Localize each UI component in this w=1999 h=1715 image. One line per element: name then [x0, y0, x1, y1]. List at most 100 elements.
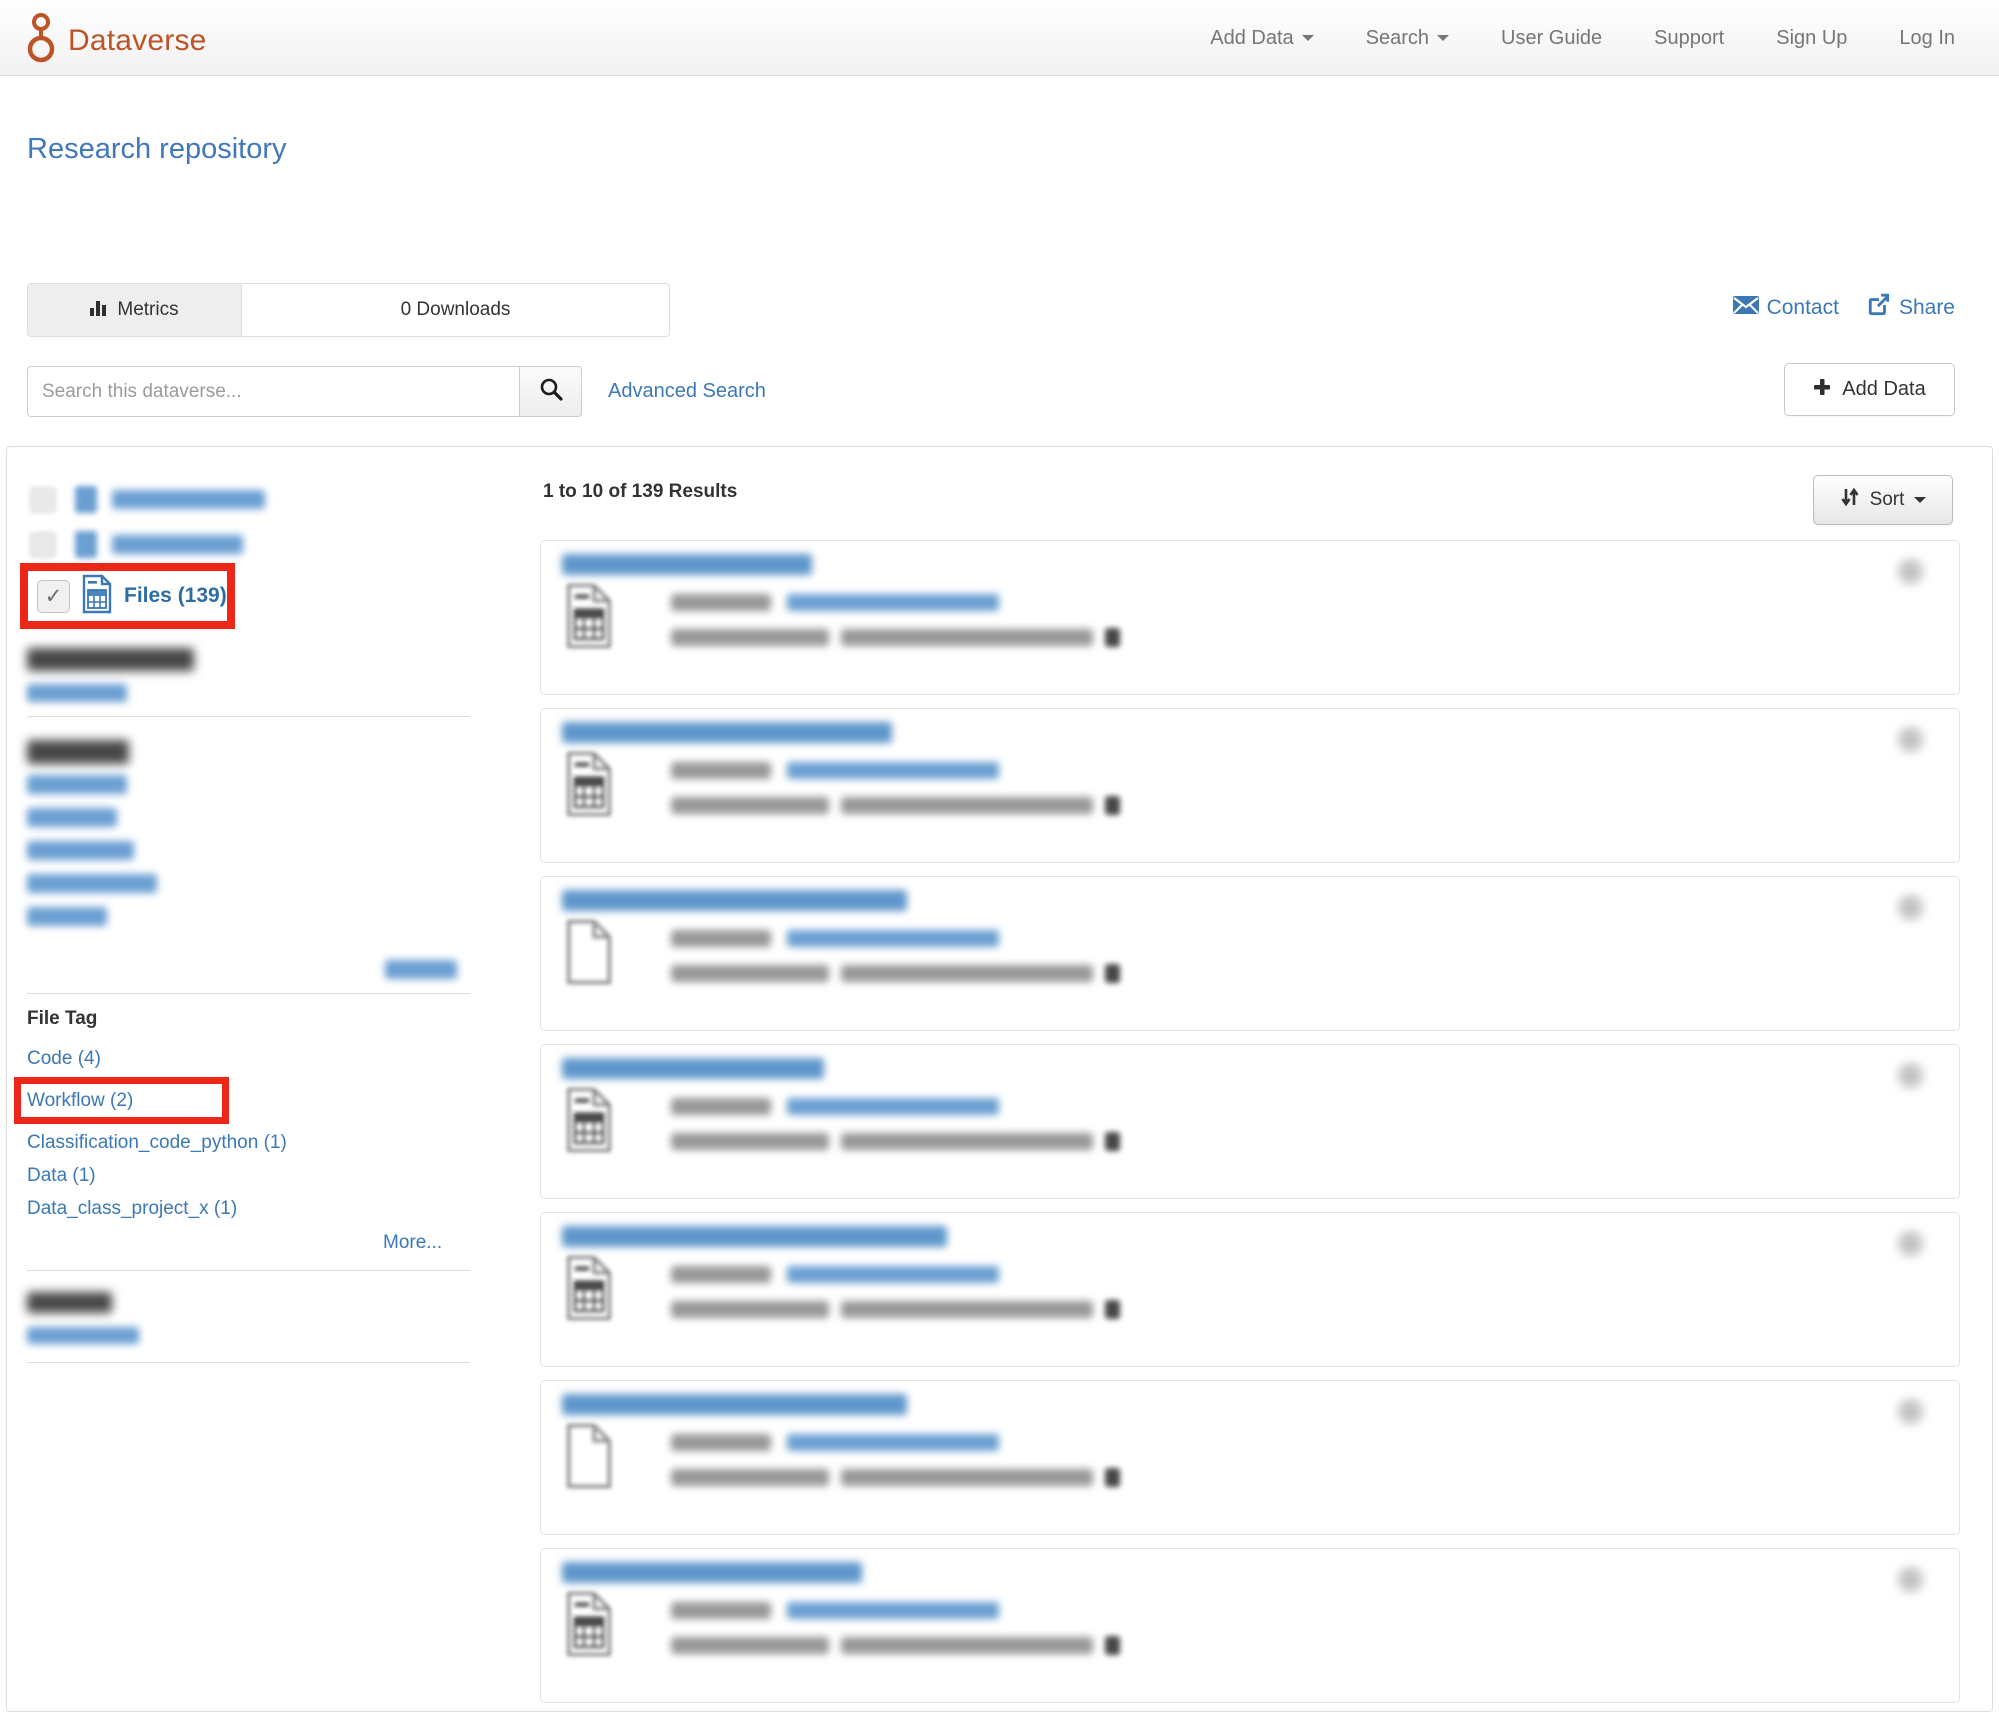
facet-header-blurred [27, 1292, 112, 1313]
facet-dataverses-row-blurred[interactable] [30, 486, 265, 513]
file-thumbnail-plain[interactable] [563, 919, 615, 990]
page-title[interactable]: Research repository [27, 133, 287, 166]
result-card [540, 1548, 1960, 1703]
filesize-checksum-blurred [841, 1301, 1093, 1318]
file-thumbnail-tabular[interactable] [563, 1591, 615, 1662]
date-blurred [671, 1266, 771, 1283]
facet-link-blurred[interactable] [27, 874, 157, 893]
nav-search[interactable]: Search [1366, 27, 1449, 50]
nav-log-in[interactable]: Log In [1899, 27, 1955, 50]
file-checkbox-blurred[interactable] [1898, 1231, 1923, 1256]
sort-button[interactable]: Sort [1813, 475, 1953, 525]
sort-arrows-icon [1840, 487, 1860, 513]
share-icon [1867, 293, 1891, 323]
dataset-link-blurred[interactable] [787, 1098, 999, 1115]
facet-files-link[interactable]: Files (139) [124, 584, 227, 608]
date-blurred [671, 1602, 771, 1619]
facet-files-row-highlight: ✓ Files (139) [20, 563, 235, 629]
result-card [540, 1044, 1960, 1199]
facet-link-blurred[interactable] [27, 684, 127, 702]
facet-tag-workflow[interactable]: Workflow (2) [27, 1084, 222, 1117]
more-link-blurred[interactable] [385, 960, 457, 979]
files-checkbox[interactable]: ✓ [37, 580, 70, 613]
result-meta-line2 [671, 796, 1120, 815]
facet-tag-code[interactable]: Code (4) [27, 1042, 470, 1075]
lock-icon-blurred [1105, 1636, 1120, 1655]
facet-link-blurred[interactable] [27, 808, 117, 827]
facet-link-blurred[interactable] [27, 907, 107, 926]
file-checkbox-blurred[interactable] [1898, 559, 1923, 584]
result-meta-line2 [671, 1636, 1120, 1655]
result-meta-line2 [671, 1300, 1120, 1319]
nav-user-guide[interactable]: User Guide [1501, 27, 1602, 50]
facet-link-blurred[interactable] [27, 841, 134, 860]
dataset-link-blurred[interactable] [787, 1434, 999, 1451]
facet-link-blurred[interactable] [112, 490, 265, 509]
metrics-label: Metrics [117, 299, 178, 321]
result-title-link[interactable] [562, 1394, 907, 1415]
contact-link[interactable]: Contact [1733, 295, 1839, 321]
result-card [540, 708, 1960, 863]
file-thumbnail-tabular[interactable] [563, 1255, 615, 1326]
dataset-link-blurred[interactable] [787, 1266, 999, 1283]
chevron-down-icon [1437, 35, 1449, 41]
facet-link-blurred[interactable] [112, 535, 243, 554]
nav-links: Add Data Search User Guide Support Sign … [1158, 0, 1955, 76]
result-title-link[interactable] [562, 890, 907, 911]
dataset-link-blurred[interactable] [787, 930, 999, 947]
share-link[interactable]: Share [1867, 293, 1955, 323]
dataset-link-blurred[interactable] [787, 762, 999, 779]
filetype-text-blurred [671, 629, 829, 646]
checkbox-blurred[interactable] [30, 532, 56, 558]
workflow-highlight-box: Workflow (2) [14, 1077, 229, 1124]
checkbox-blurred[interactable] [30, 487, 56, 513]
file-checkbox-blurred[interactable] [1898, 727, 1923, 752]
facet-tag-classification[interactable]: Classification_code_python (1) [27, 1126, 470, 1159]
metrics-tab[interactable]: Metrics [28, 284, 242, 336]
add-data-button[interactable]: Add Data [1784, 363, 1955, 416]
facet-datasets-row-blurred[interactable] [30, 531, 243, 558]
facet-file-tag-section: File Tag Code (4) Workflow (2) Classific… [27, 1008, 470, 1225]
facet-tag-data-class-project[interactable]: Data_class_project_x (1) [27, 1192, 470, 1225]
date-blurred [671, 762, 771, 779]
file-checkbox-blurred[interactable] [1898, 1063, 1923, 1088]
file-thumbnail-tabular[interactable] [563, 583, 615, 654]
file-thumbnail-tabular[interactable] [563, 751, 615, 822]
dataset-link-blurred[interactable] [787, 594, 999, 611]
result-title-link[interactable] [562, 554, 812, 575]
result-title-link[interactable] [562, 722, 892, 743]
result-title-link[interactable] [562, 1226, 947, 1247]
navbar: Dataverse Add Data Search User Guide Sup… [0, 0, 1999, 76]
result-title-link[interactable] [562, 1562, 862, 1583]
lock-icon-blurred [1105, 628, 1120, 647]
facet-link-blurred[interactable] [27, 775, 127, 794]
file-thumbnail-tabular[interactable] [563, 1087, 615, 1158]
file-checkbox-blurred[interactable] [1898, 895, 1923, 920]
lock-icon-blurred [1105, 1468, 1120, 1487]
brand[interactable]: Dataverse [24, 12, 207, 69]
nav-add-data[interactable]: Add Data [1210, 27, 1313, 50]
file-tag-more-link[interactable]: More... [383, 1232, 442, 1254]
tabular-file-icon [81, 574, 113, 619]
result-title-link[interactable] [562, 1058, 824, 1079]
filetype-text-blurred [671, 965, 829, 982]
plus-icon [1813, 378, 1831, 402]
nav-support[interactable]: Support [1654, 27, 1724, 50]
search-button[interactable] [519, 366, 582, 417]
dataset-link-blurred[interactable] [787, 1602, 999, 1619]
facet-link-blurred[interactable] [27, 1327, 139, 1344]
file-checkbox-blurred[interactable] [1898, 1567, 1923, 1592]
file-thumbnail-plain[interactable] [563, 1423, 615, 1494]
facet-tag-data[interactable]: Data (1) [27, 1159, 470, 1192]
nav-sign-up[interactable]: Sign Up [1776, 27, 1847, 50]
filesize-checksum-blurred [841, 965, 1093, 982]
date-blurred [671, 1098, 771, 1115]
advanced-search-link[interactable]: Advanced Search [608, 380, 766, 403]
divider [27, 716, 470, 717]
search-icon [539, 377, 563, 406]
file-checkbox-blurred[interactable] [1898, 1399, 1923, 1424]
envelope-icon [1733, 295, 1759, 321]
search-input[interactable] [27, 366, 519, 417]
result-meta-line1 [671, 930, 999, 947]
result-card [540, 540, 1960, 695]
